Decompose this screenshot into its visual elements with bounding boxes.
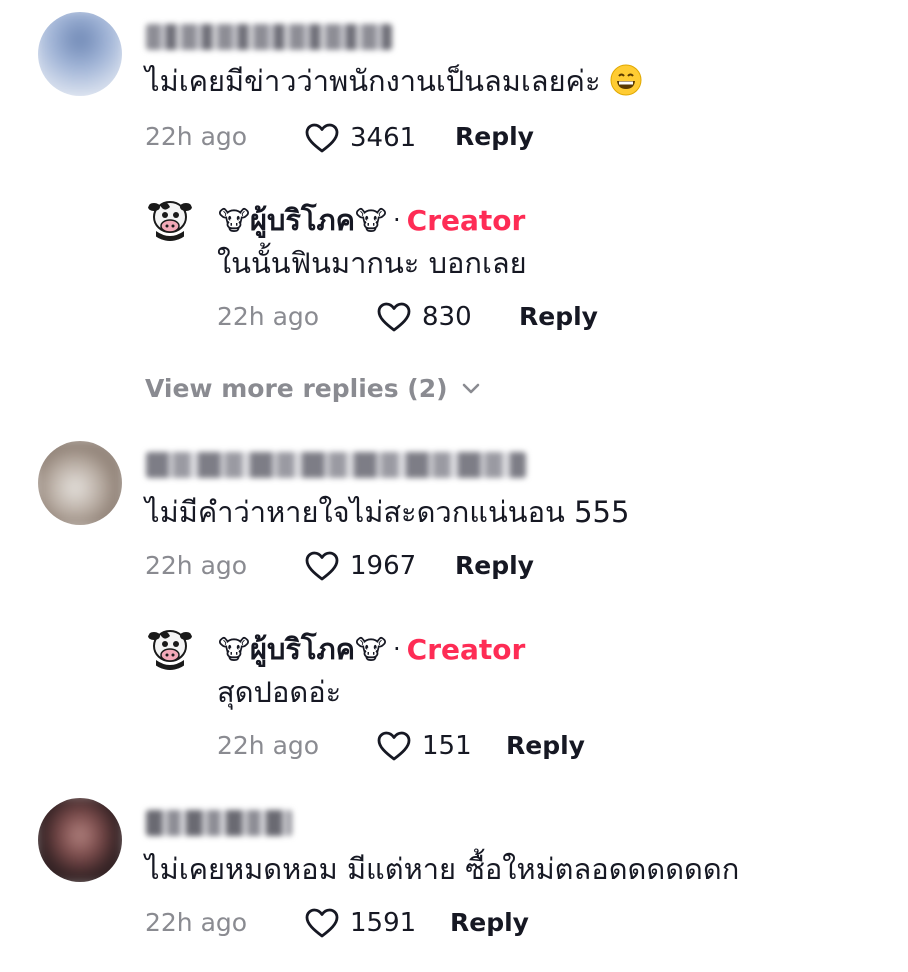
reply-button[interactable]: Reply (455, 122, 534, 151)
comment-text: ไม่เคยมีข่าวว่าพนักงานเป็นลมเลยค่ะ (145, 63, 642, 99)
creator-badge: Creator (406, 632, 526, 666)
comment-timestamp: 22h ago (145, 551, 248, 580)
reply-text: ในนั้นฟินมากนะ บอกเลย (217, 246, 527, 280)
creator-avatar[interactable] (146, 193, 194, 241)
chevron-down-icon (462, 383, 479, 393)
creator-badge: Creator (406, 203, 526, 237)
reply-button[interactable]: Reply (506, 731, 585, 760)
cow-mascot-icon (146, 622, 194, 670)
commenter-avatar[interactable] (38, 441, 122, 525)
comment-text: ไม่เคยหมดหอม มีแต่หาย ซื้อใหม่ตลอดดดดดดก (145, 852, 740, 886)
comment-timestamp: 22h ago (145, 122, 248, 151)
cow-mascot-icon (146, 193, 194, 241)
grinning-face-emoji (610, 64, 642, 96)
commenter-name[interactable] (146, 452, 526, 478)
comment-text: ไม่มีคำว่าหายใจไม่สะดวกแน่นอน 555 (145, 495, 630, 529)
reply-button[interactable]: Reply (450, 908, 529, 937)
commenter-name[interactable] (146, 24, 392, 50)
creator-name[interactable]: 🐮ผู้บริโภค🐮 (218, 626, 387, 672)
comment-timestamp: 22h ago (145, 908, 248, 937)
cow-face-icon: 🐮 (218, 206, 250, 237)
heart-outline-icon (377, 731, 411, 761)
commenter-avatar[interactable] (38, 798, 122, 882)
creator-header: 🐮ผู้บริโภค🐮 · Creator (218, 626, 525, 672)
creator-header: 🐮ผู้บริโภค🐮 · Creator (218, 197, 525, 243)
like-count: 3461 (350, 123, 417, 153)
like-button[interactable]: 1591 (304, 907, 416, 939)
heart-outline-icon (377, 302, 411, 332)
heart-outline-icon (305, 908, 339, 938)
cow-face-icon: 🐮 (355, 206, 388, 237)
like-count: 1591 (350, 908, 417, 938)
like-count: 830 (422, 302, 472, 332)
reply-button[interactable]: Reply (519, 302, 598, 331)
reply-timestamp: 22h ago (217, 302, 320, 331)
heart-outline-icon (305, 551, 339, 581)
reply-button[interactable]: Reply (455, 551, 534, 580)
cow-face-icon: 🐮 (355, 635, 388, 666)
heart-outline-icon (305, 123, 339, 153)
separator-dot: · (393, 635, 401, 663)
view-more-replies-button[interactable]: View more replies (2) (145, 374, 480, 403)
like-button[interactable]: 151 (376, 730, 472, 762)
creator-name[interactable]: 🐮ผู้บริโภค🐮 (218, 197, 387, 243)
reply-text: สุดปอดอ่ะ (217, 675, 342, 709)
like-button[interactable]: 3461 (304, 122, 416, 154)
separator-dot: · (393, 206, 401, 234)
cow-face-icon: 🐮 (218, 635, 250, 666)
like-button[interactable]: 1967 (304, 550, 416, 582)
commenter-name[interactable] (146, 810, 292, 836)
like-button[interactable]: 830 (376, 301, 472, 333)
creator-avatar[interactable] (146, 622, 194, 670)
commenter-avatar[interactable] (38, 12, 122, 96)
like-count: 1967 (350, 551, 417, 581)
reply-timestamp: 22h ago (217, 731, 320, 760)
like-count: 151 (422, 731, 472, 761)
